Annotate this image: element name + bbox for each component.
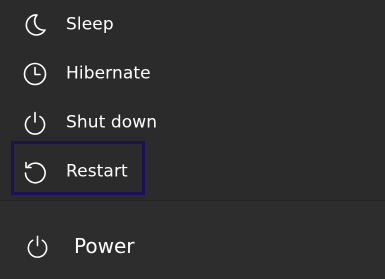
- menu-item-label: Shut down: [66, 112, 158, 133]
- menu-item-sleep[interactable]: Sleep: [0, 0, 385, 49]
- menu-item-shut-down[interactable]: Shut down: [0, 98, 385, 147]
- menu-item-label: Sleep: [66, 14, 114, 35]
- clock-icon: [23, 62, 47, 85]
- power-button[interactable]: Power: [0, 201, 385, 279]
- start-power-panel: Sleep Hibernate Shut down Restart Power: [0, 0, 385, 279]
- power-options-menu: Sleep Hibernate Shut down Restart: [0, 0, 385, 200]
- power-icon: [27, 235, 48, 258]
- power-button-label: Power: [74, 234, 135, 258]
- moon-icon: [25, 13, 46, 36]
- menu-item-label: Restart: [66, 161, 128, 182]
- restart-icon: [24, 161, 46, 184]
- menu-item-hibernate[interactable]: Hibernate: [0, 49, 385, 98]
- menu-item-label: Hibernate: [66, 63, 151, 84]
- menu-item-restart[interactable]: Restart: [0, 147, 385, 196]
- power-icon: [24, 111, 46, 135]
